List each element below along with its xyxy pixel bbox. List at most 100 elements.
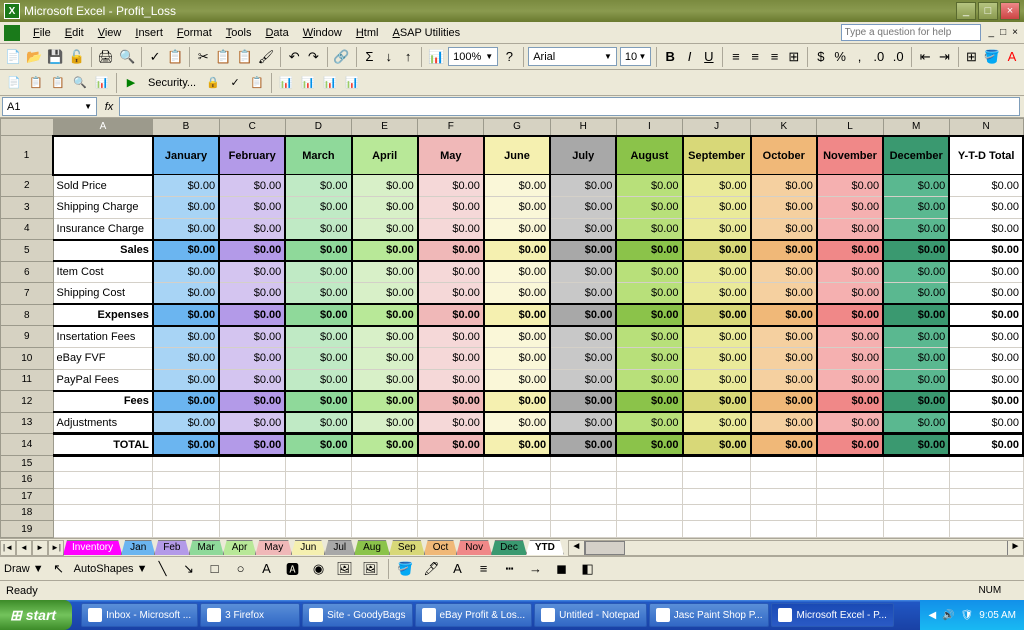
menu-file[interactable]: File	[26, 25, 58, 41]
print-icon[interactable]: 🖨	[96, 46, 115, 68]
data-cell[interactable]: $0.00	[817, 175, 883, 197]
data-cell[interactable]: $0.00	[418, 391, 484, 413]
data-cell[interactable]: $0.00	[751, 412, 817, 434]
select-icon[interactable]: ↖	[48, 558, 70, 580]
empty-cell[interactable]	[219, 488, 285, 504]
empty-cell[interactable]	[484, 488, 550, 504]
taskbar-item[interactable]: 3 Firefox	[200, 603, 300, 627]
name-box[interactable]: A1▼	[2, 97, 97, 116]
data-cell[interactable]: $0.00	[285, 347, 351, 369]
data-cell[interactable]: $0.00	[219, 261, 285, 283]
empty-cell[interactable]	[817, 488, 883, 504]
data-cell[interactable]: $0.00	[616, 391, 682, 413]
data-cell[interactable]: $0.00	[949, 218, 1023, 240]
header-cell[interactable]: May	[418, 136, 484, 175]
shadow-icon[interactable]: ◼	[551, 558, 573, 580]
menu-view[interactable]: View	[91, 25, 129, 41]
tb2-btn[interactable]: 📊	[298, 73, 318, 93]
data-cell[interactable]: $0.00	[817, 391, 883, 413]
data-cell[interactable]: $0.00	[751, 240, 817, 262]
play-icon[interactable]: ▶	[121, 73, 141, 93]
data-cell[interactable]: $0.00	[285, 369, 351, 391]
sort-desc-icon[interactable]: ↑	[400, 46, 416, 68]
save-icon[interactable]: 💾	[46, 46, 64, 68]
data-cell[interactable]: $0.00	[949, 347, 1023, 369]
empty-cell[interactable]	[883, 488, 949, 504]
data-cell[interactable]: $0.00	[616, 304, 682, 326]
tb2-btn[interactable]: 🔍	[70, 73, 90, 93]
tab-next-icon[interactable]: ►	[32, 540, 48, 556]
horizontal-scrollbar[interactable]: ◄ ►	[568, 540, 1024, 556]
data-cell[interactable]: $0.00	[484, 434, 550, 456]
data-cell[interactable]: $0.00	[352, 218, 418, 240]
empty-cell[interactable]	[418, 505, 484, 521]
data-cell[interactable]: $0.00	[883, 347, 949, 369]
row-label[interactable]: Insurance Charge	[53, 218, 153, 240]
menu-insert[interactable]: Insert	[128, 25, 170, 41]
empty-cell[interactable]	[550, 521, 616, 538]
empty-cell[interactable]	[484, 455, 550, 471]
tab-last-icon[interactable]: ►|	[48, 540, 64, 556]
data-cell[interactable]: $0.00	[817, 347, 883, 369]
taskbar-item[interactable]: Site - GoodyBags	[302, 603, 412, 627]
data-cell[interactable]: $0.00	[683, 175, 751, 197]
col-header-J[interactable]: J	[683, 119, 751, 136]
data-cell[interactable]: $0.00	[683, 218, 751, 240]
empty-cell[interactable]	[53, 505, 153, 521]
tab-first-icon[interactable]: |◄	[0, 540, 16, 556]
dash-icon[interactable]: ┅	[499, 558, 521, 580]
empty-cell[interactable]	[883, 505, 949, 521]
data-cell[interactable]: $0.00	[817, 434, 883, 456]
sheet-tab-feb[interactable]: Feb	[154, 540, 189, 555]
minimize-button[interactable]: _	[956, 2, 976, 20]
sheet-tab-jan[interactable]: Jan	[121, 540, 155, 555]
data-cell[interactable]: $0.00	[550, 175, 616, 197]
chart-icon[interactable]: 📊	[427, 46, 445, 68]
header-cell[interactable]: June	[484, 136, 550, 175]
help-search[interactable]	[841, 24, 981, 41]
row-label[interactable]: Shipping Cost	[53, 283, 153, 305]
data-cell[interactable]: $0.00	[352, 283, 418, 305]
data-cell[interactable]: $0.00	[949, 175, 1023, 197]
currency-icon[interactable]: $	[813, 46, 829, 68]
header-cell[interactable]: December	[883, 136, 949, 175]
data-cell[interactable]: $0.00	[352, 347, 418, 369]
data-cell[interactable]: $0.00	[352, 175, 418, 197]
data-cell[interactable]: $0.00	[817, 326, 883, 348]
clock[interactable]: 9:05 AM	[979, 610, 1016, 621]
undo-icon[interactable]: ↶	[286, 46, 302, 68]
data-cell[interactable]: $0.00	[153, 283, 219, 305]
empty-cell[interactable]	[285, 472, 351, 488]
data-cell[interactable]: $0.00	[817, 304, 883, 326]
row-label[interactable]: Shipping Charge	[53, 197, 153, 219]
dec-indent-icon[interactable]: ⇤	[917, 46, 933, 68]
empty-cell[interactable]	[616, 521, 682, 538]
empty-cell[interactable]	[817, 505, 883, 521]
menu-data[interactable]: Data	[258, 25, 295, 41]
empty-cell[interactable]	[683, 488, 751, 504]
data-cell[interactable]: $0.00	[949, 261, 1023, 283]
data-cell[interactable]: $0.00	[616, 369, 682, 391]
row-label[interactable]: Adjustments	[53, 412, 153, 434]
data-cell[interactable]: $0.00	[418, 175, 484, 197]
data-cell[interactable]: $0.00	[285, 175, 351, 197]
data-cell[interactable]: $0.00	[949, 369, 1023, 391]
empty-cell[interactable]	[484, 472, 550, 488]
align-right-icon[interactable]: ≡	[766, 46, 782, 68]
formula-bar[interactable]	[119, 97, 1020, 116]
data-cell[interactable]: $0.00	[883, 218, 949, 240]
tb2-btn[interactable]: 📋	[48, 73, 68, 93]
empty-cell[interactable]	[153, 488, 219, 504]
preview-icon[interactable]: 🔍	[118, 46, 136, 68]
data-cell[interactable]: $0.00	[949, 240, 1023, 262]
data-cell[interactable]: $0.00	[550, 369, 616, 391]
data-cell[interactable]: $0.00	[219, 283, 285, 305]
tb2-btn[interactable]: 📊	[320, 73, 340, 93]
data-cell[interactable]: $0.00	[751, 369, 817, 391]
data-cell[interactable]: $0.00	[484, 304, 550, 326]
empty-cell[interactable]	[616, 505, 682, 521]
empty-cell[interactable]	[352, 505, 418, 521]
inc-decimal-icon[interactable]: .0	[871, 46, 887, 68]
data-cell[interactable]: $0.00	[550, 412, 616, 434]
data-cell[interactable]: $0.00	[751, 197, 817, 219]
